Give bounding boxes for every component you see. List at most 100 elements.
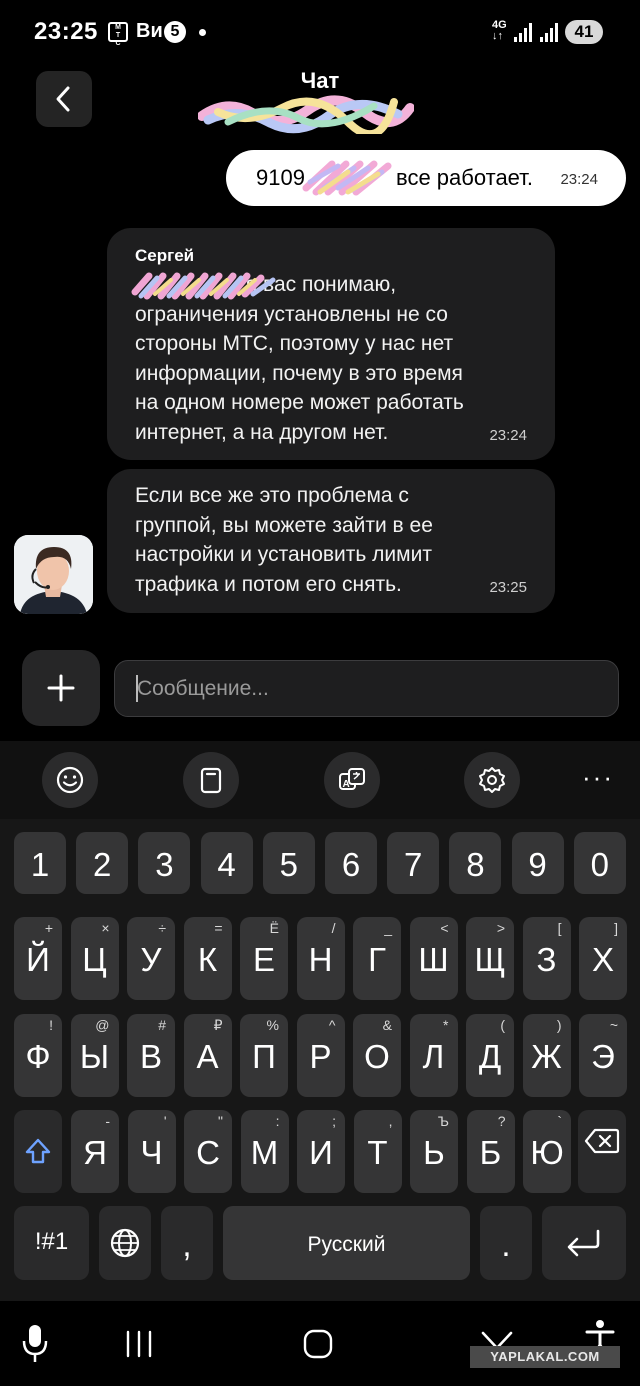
keyboard-settings-button[interactable] <box>464 752 520 808</box>
settings-icon <box>479 767 505 793</box>
key-letter[interactable]: Ш < <box>409 917 458 1000</box>
incoming-message[interactable]: Сергей я вас понимаю, ограничения устано… <box>107 228 555 460</box>
key-label: К <box>197 941 218 978</box>
carrier-label: Ви <box>136 20 163 42</box>
key-letter[interactable]: Б? <box>466 1110 515 1193</box>
key-0[interactable]: 0 <box>573 832 626 894</box>
key-letter[interactable]: Г _ <box>353 917 401 1000</box>
key-1[interactable]: 1 <box>14 832 66 894</box>
key-letter[interactable]: К = <box>183 917 232 1000</box>
key-letter[interactable]: Ю ` <box>523 1110 571 1193</box>
key-label: Г <box>368 941 386 978</box>
key-label: О <box>364 1038 390 1075</box>
key-label: 3 <box>155 846 174 883</box>
key-letter[interactable]: Х] <box>579 917 627 1000</box>
key-secondary-label: " <box>218 1113 223 1129</box>
key-label: !#1 <box>34 1228 69 1255</box>
attach-button[interactable] <box>22 650 100 726</box>
key-letter[interactable]: Д( <box>466 1014 514 1097</box>
incoming-message[interactable]: Если все же это проблема с группой, вы м… <box>107 469 555 613</box>
text-cursor <box>136 675 138 702</box>
key-3[interactable]: 3 <box>138 832 191 894</box>
home-icon[interactable] <box>302 1328 334 1360</box>
key-letter[interactable]: Й + <box>14 917 62 1000</box>
recent-apps-icon[interactable] <box>124 1329 154 1359</box>
backspace-key[interactable] <box>578 1110 626 1193</box>
key-letter[interactable]: Л * <box>409 1014 458 1097</box>
translate-button[interactable]: A <box>324 752 380 808</box>
key-secondary-label: ! <box>49 1017 53 1033</box>
clock: 23:25 <box>34 18 98 45</box>
globe-icon <box>110 1228 140 1258</box>
key-label: В <box>139 1038 162 1075</box>
emoji-button[interactable] <box>42 752 98 808</box>
shift-icon <box>25 1138 51 1164</box>
key-letter[interactable]: З[ <box>522 917 571 1000</box>
key-letter[interactable]: Щ > <box>466 917 514 1000</box>
space-key[interactable]: Русский <box>223 1206 470 1280</box>
key-letter[interactable]: А ₽ <box>183 1014 232 1097</box>
key-letter[interactable]: Ц × <box>70 917 119 1000</box>
clipboard-button[interactable] <box>183 752 239 808</box>
key-letter[interactable]: Ж) <box>522 1014 571 1097</box>
key-letter[interactable]: У ÷ <box>127 917 175 1000</box>
key-secondary-label: & <box>382 1017 392 1033</box>
microphone-icon[interactable] <box>20 1323 50 1365</box>
language-key[interactable] <box>99 1206 151 1280</box>
key-letter[interactable]: Ф! <box>14 1014 62 1097</box>
key-5[interactable]: 5 <box>262 832 315 894</box>
operator-avatar-icon <box>14 535 93 614</box>
key-label: Ы <box>79 1038 110 1075</box>
key-label: Б <box>479 1134 502 1171</box>
key-letter[interactable]: Н / <box>296 917 345 1000</box>
network-type: 4G ↓↑ <box>492 19 507 42</box>
key-7[interactable]: 7 <box>387 832 440 894</box>
key-secondary-label: ( <box>500 1017 505 1033</box>
key-letter[interactable]: ЕЁ <box>240 917 288 1000</box>
more-icon[interactable]: ··· <box>570 764 626 797</box>
key-letter[interactable]: Т, <box>353 1110 402 1193</box>
key-letter[interactable]: Ы @ <box>70 1014 119 1097</box>
period-key[interactable]: . <box>480 1206 532 1280</box>
message-input[interactable] <box>114 660 619 717</box>
shift-key[interactable] <box>14 1110 62 1193</box>
key-6[interactable]: 6 <box>325 832 377 894</box>
key-label: Т <box>367 1134 388 1171</box>
svg-text:A: A <box>343 779 350 790</box>
key-label: , <box>182 1226 192 1263</box>
enter-key[interactable] <box>542 1206 626 1280</box>
emoji-icon <box>56 766 84 794</box>
key-letter[interactable]: П% <box>240 1014 288 1097</box>
avatar[interactable] <box>14 535 93 614</box>
key-secondary-label: ÷ <box>158 920 166 936</box>
page-title: Чат <box>300 68 340 93</box>
key-secondary-label: ' <box>163 1113 167 1129</box>
key-2[interactable]: 2 <box>76 832 129 894</box>
key-label: И <box>309 1134 333 1171</box>
key-letter[interactable]: Ч ' <box>127 1110 176 1193</box>
key-4[interactable]: 4 <box>200 832 253 894</box>
key-label: Ф <box>25 1038 51 1075</box>
key-label: 1 <box>30 846 50 883</box>
key-label: Я <box>83 1134 107 1171</box>
key-letter[interactable]: В # <box>127 1014 175 1097</box>
comma-key[interactable]: , <box>161 1206 213 1280</box>
symbols-key[interactable]: !#1 <box>14 1206 89 1280</box>
key-letter[interactable]: И; <box>297 1110 345 1193</box>
key-letter[interactable]: Я- <box>71 1110 119 1193</box>
key-letter[interactable]: О & <box>353 1014 401 1097</box>
key-letter[interactable]: С " <box>184 1110 232 1193</box>
key-letter[interactable]: ЬЪ <box>410 1110 458 1193</box>
key-letter[interactable]: Э ~ <box>579 1014 627 1097</box>
key-secondary-label: - <box>105 1113 110 1129</box>
message-text-end: все работает. <box>396 165 533 190</box>
key-letter[interactable]: Р ^ <box>296 1014 345 1097</box>
plus-icon <box>47 674 75 702</box>
key-letter[interactable]: М: <box>240 1110 289 1193</box>
outgoing-message[interactable]: 9109 все работает. 23:24 <box>226 150 626 206</box>
message-text: Если все же это проблема с группой, вы м… <box>135 484 433 596</box>
key-secondary-label: * <box>443 1017 449 1033</box>
key-label: Ж <box>531 1038 562 1075</box>
key-9[interactable]: 9 <box>511 832 564 894</box>
key-8[interactable]: 8 <box>449 832 502 894</box>
